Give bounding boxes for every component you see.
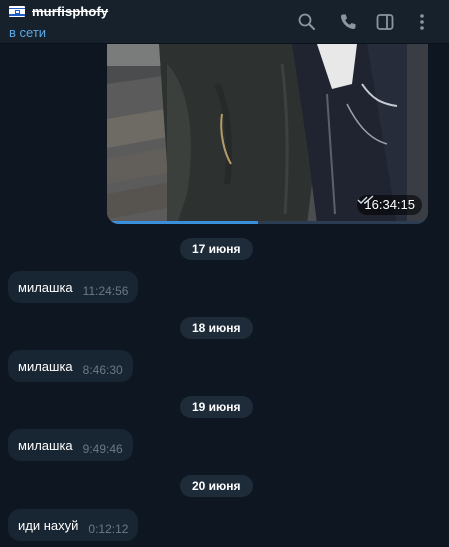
online-status: в сети: [9, 25, 47, 40]
message-time: 11:24:56: [82, 284, 129, 298]
message-time: 9:49:46: [82, 442, 123, 456]
message-time: 0:12:12: [88, 522, 129, 536]
chat-header: murfisphofy в сети: [0, 0, 449, 44]
chat-window: murfisphofy в сети 16:34:15 17 июня мила…: [0, 0, 449, 547]
more-icon[interactable]: [412, 12, 432, 32]
message-bubble[interactable]: милашка 8:46:30: [8, 350, 133, 382]
date-separator: 17 июня: [180, 238, 253, 260]
message-text: милашка: [18, 358, 73, 374]
call-icon[interactable]: [338, 12, 358, 32]
message-bubble[interactable]: иди нахуй 0:12:12: [8, 509, 139, 541]
message-bubble[interactable]: милашка 9:49:46: [8, 429, 133, 461]
side-panel-icon[interactable]: [375, 12, 395, 32]
message-time: 8:46:30: [82, 363, 123, 377]
message-bubble[interactable]: милашка 11:24:56: [8, 271, 139, 303]
media-message[interactable]: 16:34:15: [107, 44, 428, 224]
flag-icon: [9, 6, 25, 17]
media-timestamp: 16:34:15: [357, 195, 422, 215]
media-progress-bar[interactable]: [107, 221, 258, 224]
message-text: милашка: [18, 437, 73, 453]
contact-name[interactable]: murfisphofy: [32, 4, 108, 19]
date-separator: 18 июня: [180, 317, 253, 339]
message-text: иди нахуй: [18, 517, 79, 533]
date-separator: 19 июня: [180, 396, 253, 418]
date-separator: 20 июня: [180, 475, 253, 497]
message-text: милашка: [18, 279, 73, 295]
search-icon[interactable]: [297, 12, 317, 32]
double-check-icon: [357, 195, 374, 204]
